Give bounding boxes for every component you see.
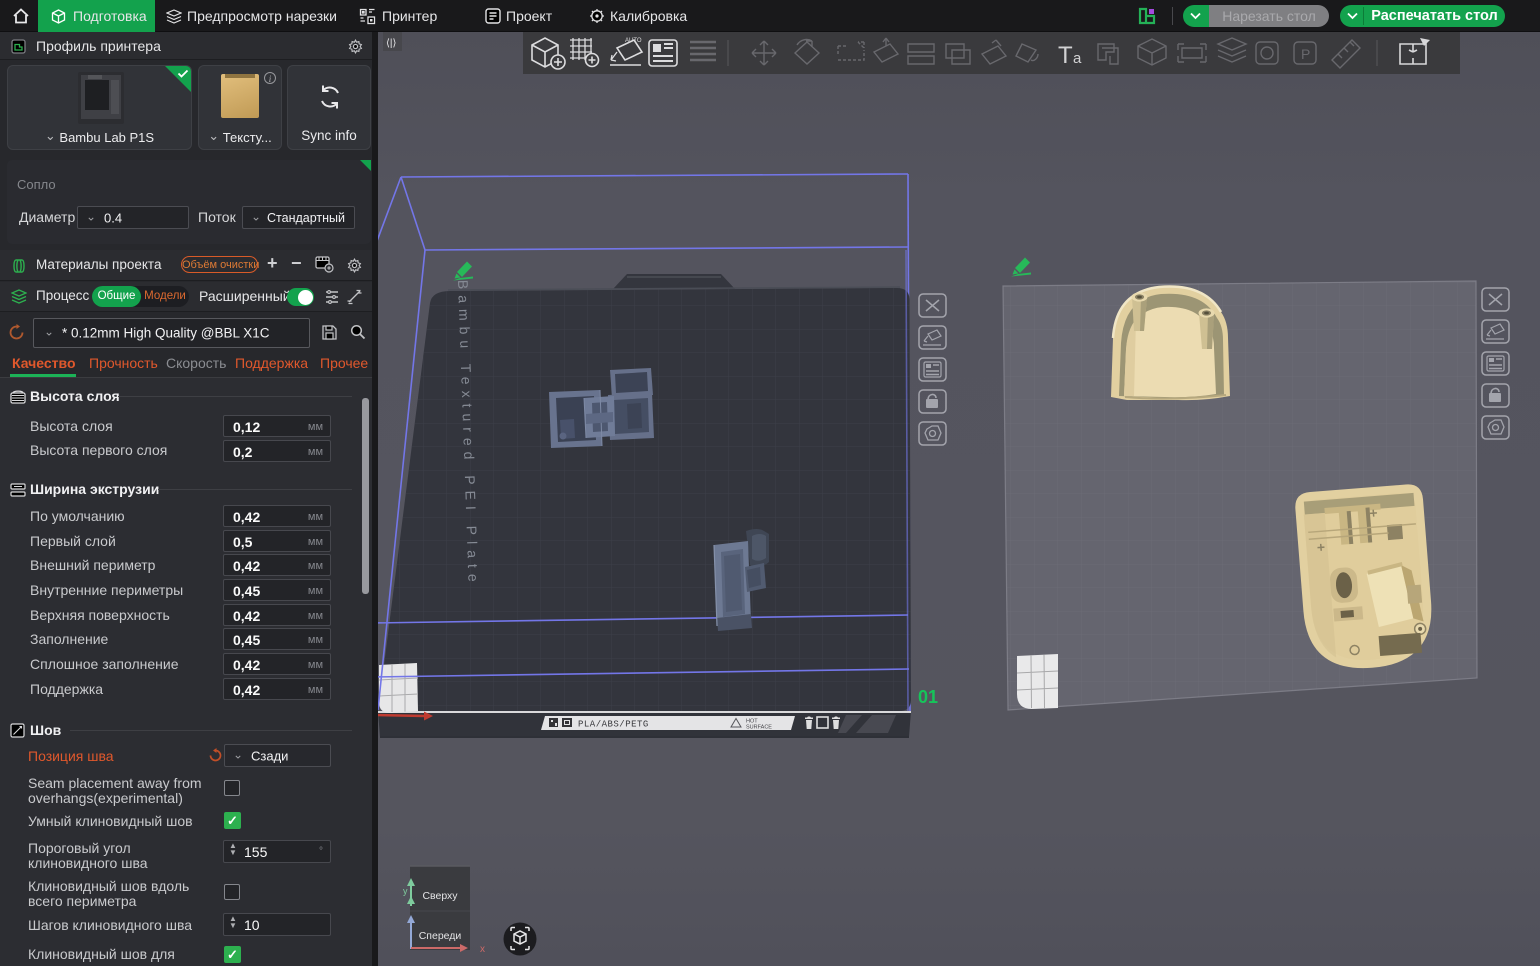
- svg-text:y: y: [403, 886, 408, 896]
- svg-text:Сверху: Сверху: [422, 890, 458, 902]
- svg-text:⟨|⟩: ⟨|⟩: [386, 38, 396, 49]
- svg-text:a: a: [1073, 50, 1082, 67]
- svg-text:P: P: [1301, 46, 1310, 62]
- svg-text:PLA/ABS/PETG: PLA/ABS/PETG: [578, 720, 649, 730]
- svg-text:01: 01: [918, 687, 938, 707]
- svg-text:x: x: [480, 944, 485, 955]
- svg-text:T: T: [1058, 42, 1073, 69]
- svg-text:SURFACE: SURFACE: [746, 725, 772, 731]
- svg-text:Спереди: Спереди: [419, 930, 462, 942]
- svg-text:AUTO: AUTO: [625, 38, 642, 44]
